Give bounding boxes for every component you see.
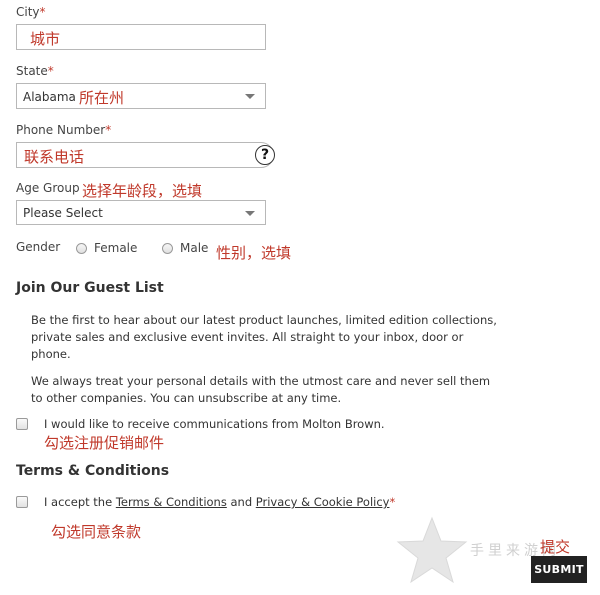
state-select[interactable]: Alabama 所在州 bbox=[16, 83, 266, 109]
submit-button[interactable]: SUBMIT bbox=[531, 556, 587, 583]
guest-intro-line: private sales and exclusive event invite… bbox=[31, 330, 464, 344]
state-selected-value: Alabama bbox=[23, 90, 76, 104]
guest-intro-line: phone. bbox=[31, 347, 71, 361]
age-group-annotation: 选择年龄段，选填 bbox=[82, 182, 203, 200]
help-icon[interactable]: ? bbox=[255, 145, 275, 165]
help-icon-glyph: ? bbox=[260, 147, 270, 163]
chevron-down-icon bbox=[245, 210, 255, 216]
submit-annotation: 提交 bbox=[540, 538, 571, 556]
terms-conditions-link[interactable]: Terms & Conditions bbox=[116, 495, 227, 509]
terms-accept-prefix: I accept the bbox=[44, 495, 116, 509]
communications-annotation: 勾选注册促销邮件 bbox=[44, 434, 165, 452]
terms-annotation: 勾选同意条款 bbox=[51, 523, 142, 541]
terms-checkbox[interactable] bbox=[16, 496, 28, 508]
guest-privacy-line: to other companies. You can unsubscribe … bbox=[31, 391, 342, 405]
age-group-selected-value: Please Select bbox=[23, 206, 103, 220]
guest-intro-line: Be the first to hear about our latest pr… bbox=[31, 313, 497, 327]
phone-input-value: 联系电话 bbox=[24, 148, 85, 166]
age-group-select[interactable]: Please Select bbox=[16, 200, 266, 225]
terms-accept-label: I accept the Terms & Conditions and Priv… bbox=[44, 494, 395, 511]
terms-required-mark: * bbox=[389, 495, 396, 509]
city-label: City* bbox=[16, 5, 46, 19]
guest-list-title: Join Our Guest List bbox=[16, 280, 164, 296]
city-input-value: 城市 bbox=[30, 30, 61, 48]
city-input[interactable]: 城市 bbox=[16, 24, 266, 50]
terms-title: Terms & Conditions bbox=[16, 463, 170, 479]
guest-privacy-line: We always treat your personal details wi… bbox=[31, 374, 491, 388]
terms-and-text: and bbox=[226, 495, 256, 509]
gender-female-radio[interactable] bbox=[76, 243, 87, 254]
state-annotation: 所在州 bbox=[79, 89, 125, 107]
privacy-policy-link[interactable]: Privacy & Cookie Policy bbox=[256, 495, 390, 509]
star-watermark-icon bbox=[396, 516, 468, 584]
chevron-down-icon bbox=[245, 94, 255, 99]
communications-checkbox[interactable] bbox=[16, 418, 28, 430]
gender-male-label: Male bbox=[180, 241, 209, 255]
phone-input[interactable]: 联系电话 bbox=[16, 142, 274, 168]
gender-male-radio[interactable] bbox=[162, 243, 173, 254]
gender-label: Gender bbox=[16, 240, 61, 254]
communications-label: I would like to receive communications f… bbox=[44, 417, 385, 431]
guest-list-intro: Be the first to hear about our latest pr… bbox=[31, 312, 501, 363]
guest-list-privacy: We always treat your personal details wi… bbox=[31, 373, 501, 407]
gender-annotation: 性别，选填 bbox=[216, 244, 292, 262]
state-label: State* bbox=[16, 64, 54, 78]
gender-female-label: Female bbox=[94, 241, 138, 255]
age-group-label: Age Group bbox=[16, 181, 80, 195]
phone-label: Phone Number* bbox=[16, 123, 112, 137]
